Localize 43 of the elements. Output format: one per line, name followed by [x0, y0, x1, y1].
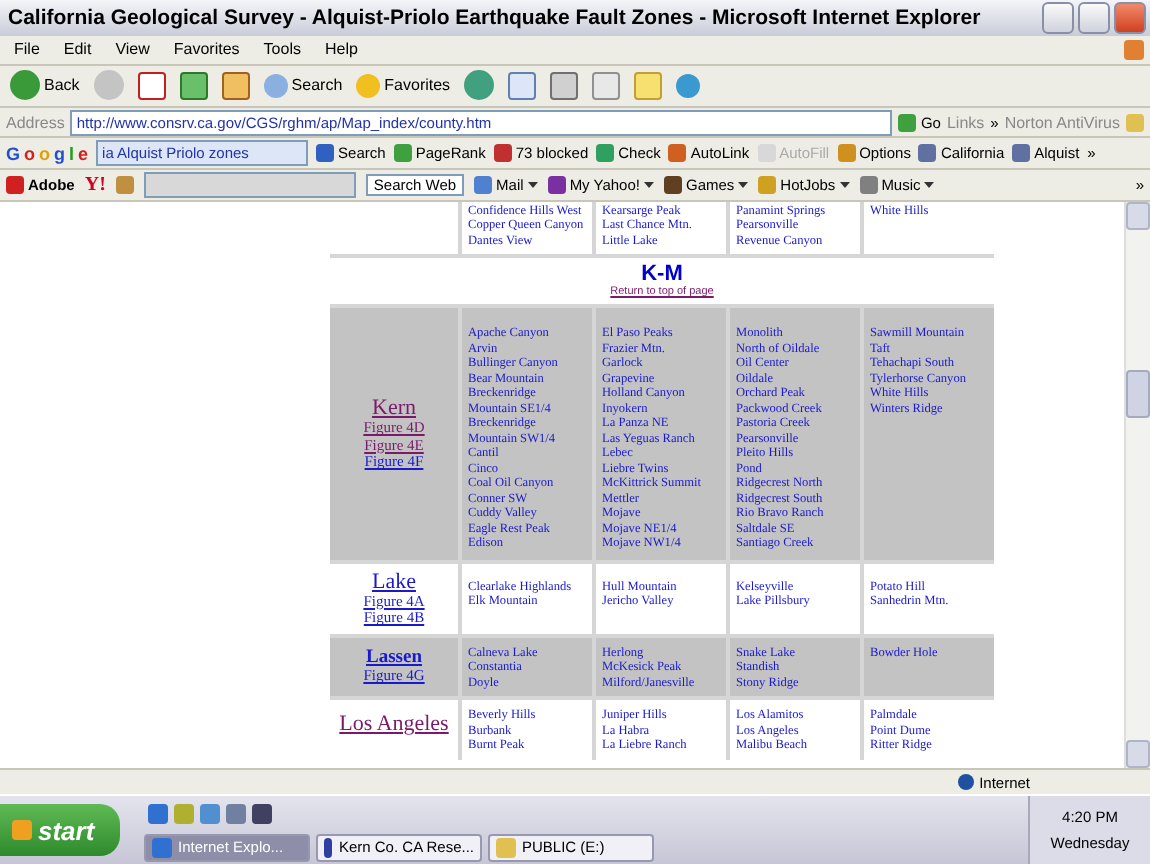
caret-icon — [839, 181, 850, 188]
links-label[interactable]: Links — [946, 113, 985, 132]
web-search-field[interactable] — [143, 171, 356, 198]
refresh-button[interactable] — [175, 69, 212, 102]
menu-item[interactable]: File — [6, 40, 48, 59]
caret-icon — [738, 181, 749, 188]
menu-item[interactable]: Favorites — [165, 40, 248, 59]
scroll-down-button[interactable] — [1126, 740, 1150, 769]
start-button[interactable]: start — [0, 804, 120, 856]
caret-icon — [527, 181, 538, 188]
history-button[interactable] — [460, 68, 499, 103]
caret-icon — [643, 181, 654, 188]
scroll-up-button[interactable] — [1126, 201, 1150, 230]
scroll-thumb[interactable] — [1126, 369, 1150, 418]
county-link[interactable]: Kern — [372, 396, 416, 421]
menu-item[interactable]: View — [107, 40, 158, 59]
messenger-button[interactable] — [672, 71, 705, 100]
mail-button[interactable] — [504, 69, 541, 102]
print-button[interactable] — [546, 69, 583, 102]
favorites-button[interactable]: Favorites — [352, 71, 455, 100]
scrollbar[interactable] — [1124, 201, 1150, 769]
caret-icon — [924, 181, 935, 188]
search-button[interactable]: Search — [259, 71, 347, 100]
norton-antivirus-button[interactable]: Norton AntiVirus — [1004, 113, 1120, 132]
menu-item[interactable]: Tools — [255, 40, 309, 59]
menu-item[interactable]: Help — [316, 40, 366, 59]
minimize-button[interactable] — [1042, 1, 1074, 34]
stop-button[interactable] — [133, 69, 170, 102]
google-logo[interactable]: Google — [6, 143, 89, 164]
yahoo-button[interactable]: Y! — [84, 173, 106, 196]
county-link[interactable]: Lake — [372, 569, 416, 594]
county-link[interactable]: Los Angeles — [339, 712, 449, 737]
home-button[interactable] — [217, 69, 254, 102]
section-heading: K-M — [641, 262, 683, 287]
restore-button[interactable] — [1078, 1, 1110, 34]
window-title: California Geological Survey - Alquist-Priolo Earthquake Fault Zones - Microsoft Internet Explorer — [8, 5, 983, 30]
county-link[interactable]: Lassen — [366, 648, 422, 669]
note-button[interactable] — [630, 69, 667, 102]
close-button[interactable] — [1114, 1, 1146, 34]
edit-button[interactable] — [588, 69, 625, 102]
back-button[interactable]: Back — [6, 68, 84, 103]
menu-item[interactable]: Edit — [55, 40, 100, 59]
address-label: Address — [6, 113, 65, 132]
